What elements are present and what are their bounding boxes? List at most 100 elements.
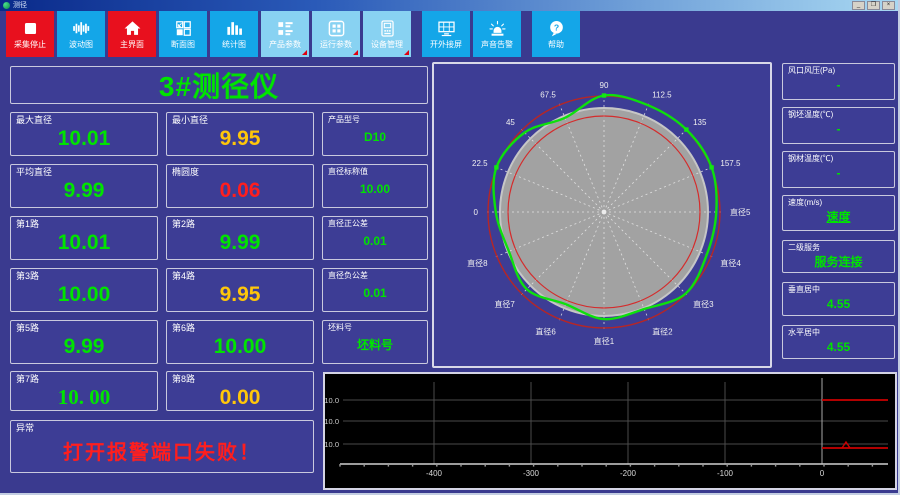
svg-text:?: ? (553, 22, 558, 32)
app-window: 测径 _ ❐ × 采集停止 波动图 主界面 断面图 统计图 产品参数 运行参数 设备管理 开外接… (0, 0, 900, 495)
cell-value: - (836, 122, 841, 136)
run-params-button[interactable]: 运行参数 (312, 11, 360, 57)
external-screen-button[interactable]: 开外接屏 (422, 11, 470, 57)
cell-label: 水平居中 (788, 328, 820, 337)
path-8-cell: 第8路 0.00 (166, 371, 314, 411)
svg-text:直径2: 直径2 (652, 326, 673, 336)
cell-value: 0.00 (219, 386, 261, 409)
help-icon: ? (549, 20, 563, 37)
cell-label: 直径标称值 (328, 167, 368, 176)
svg-text:直径1: 直径1 (594, 336, 615, 346)
cell-value: 9.95 (219, 127, 261, 150)
device-manage-button[interactable]: 设备管理 (363, 11, 411, 57)
path-5-cell: 第5路 9.99 (10, 320, 158, 364)
vertical-center-cell: 垂直居中 4.55 (782, 282, 895, 316)
svg-text:22.5: 22.5 (472, 159, 488, 168)
cell-label: 第2路 (172, 219, 196, 229)
svg-text:-300: -300 (523, 469, 540, 478)
cell-value: 10.01 (57, 231, 111, 254)
svg-text:157.5: 157.5 (720, 159, 741, 168)
cell-label: 产品型号 (328, 115, 360, 124)
path-3-cell: 第3路 10.00 (10, 268, 158, 312)
tolerance-minus-cell: 直径负公差 0.01 (322, 268, 428, 312)
toolbar-button-label: 开外接屏 (430, 40, 462, 49)
window-controls: _ ❐ × (852, 1, 895, 10)
cell-label: 第7路 (16, 374, 40, 384)
cell-value: - (836, 78, 841, 92)
cell-label: 钢坯温度(℃) (788, 110, 834, 119)
close-button[interactable]: × (882, 1, 895, 10)
section-chart-button[interactable]: 断面图 (159, 11, 207, 57)
toolbar-button-label: 统计图 (222, 40, 246, 49)
cell-value: 速度 (826, 210, 851, 224)
cell-label: 平均直径 (16, 167, 53, 177)
cell-value: 坯料号 (356, 338, 393, 352)
maximize-button[interactable]: ❐ (867, 1, 880, 10)
cell-value: 服务连接 (814, 255, 863, 269)
toolbar-button-label: 断面图 (171, 40, 195, 49)
help-button[interactable]: ? 帮助 (532, 11, 580, 57)
svg-text:直径8: 直径8 (467, 258, 488, 268)
cell-value: - (836, 166, 841, 180)
section-icon (175, 21, 191, 36)
cell-value: 打开报警端口失败！ (63, 442, 261, 464)
cell-label: 二级服务 (788, 243, 820, 252)
cell-label: 第6路 (172, 323, 196, 333)
gauge-title-panel: 3#测径仪 (10, 66, 428, 104)
cell-value: 9.95 (219, 283, 261, 306)
tolerance-plus-cell: 直径正公差 0.01 (322, 216, 428, 260)
toolbar-button-label: 产品参数 (269, 40, 301, 49)
billet-no-cell: 坯料号 坯料号 (322, 320, 428, 364)
toolbar-button-label: 设备管理 (371, 40, 403, 49)
toolbar-button-label: 帮助 (548, 40, 564, 49)
window-title: 测径 (13, 2, 27, 9)
air-pressure-cell: 风口风压(Pa) - (782, 63, 895, 100)
sound-alarm-button[interactable]: 声音告警 (473, 11, 521, 57)
stop-collect-button[interactable]: 采集停止 (6, 11, 54, 57)
toolbar: 采集停止 波动图 主界面 断面图 统计图 产品参数 运行参数 设备管理 开外接屏 声音告警? 帮助 (6, 11, 580, 57)
svg-text:10.0: 10.0 (325, 417, 339, 426)
svg-text:直径6: 直径6 (535, 326, 556, 336)
trend-chart: 10.0 10.0 10.0 -400 -300 -200 -100 0 (323, 372, 897, 490)
svg-text:-100: -100 (717, 469, 734, 478)
cross-section-chart: 0 22.5 45 67.5 90 112.5 135 157.5 直径1 直径2 直径3 直径4 直径… (432, 62, 772, 368)
cell-label: 第3路 (16, 271, 40, 281)
run-params-icon (328, 20, 344, 37)
horizontal-center-cell: 水平居中 4.55 (782, 325, 895, 359)
alarm-icon (488, 20, 506, 36)
svg-text:135: 135 (693, 118, 707, 127)
cell-value: 9.99 (63, 335, 105, 358)
cell-label: 坯料号 (328, 323, 352, 332)
svg-text:45: 45 (506, 118, 515, 127)
svg-text:0: 0 (474, 208, 479, 217)
path-1-cell: 第1路 10.01 (10, 216, 158, 260)
svg-text:-400: -400 (426, 469, 443, 478)
bar-chart-icon (226, 22, 242, 35)
l2-service-cell: 二级服务服务连接 (782, 240, 895, 273)
cell-label: 垂直居中 (788, 285, 820, 294)
stats-chart-button[interactable]: 统计图 (210, 11, 258, 57)
cell-label: 第8路 (172, 374, 196, 384)
product-params-icon (277, 22, 293, 36)
cell-value: 10.00 (57, 283, 111, 306)
cell-value: D10 (363, 130, 386, 144)
svg-text:直径5: 直径5 (730, 207, 751, 217)
main-screen-button[interactable]: 主界面 (108, 11, 156, 57)
toolbar-button-label: 声音告警 (481, 40, 513, 49)
billet-temp-cell: 钢坯温度(℃) - (782, 107, 895, 144)
toolbar-button-label: 波动图 (69, 40, 93, 49)
cell-label: 直径正公差 (328, 219, 368, 228)
cell-value: 10.00 (213, 335, 267, 358)
cell-label: 最小直径 (172, 115, 209, 125)
window-titlebar[interactable]: 测径 _ ❐ × (0, 0, 898, 11)
cell-label: 最大直径 (16, 115, 53, 125)
cell-value: 10.01 (57, 127, 111, 150)
product-params-button[interactable]: 产品参数 (261, 11, 309, 57)
toolbar-button-label: 主界面 (120, 40, 144, 49)
path-2-cell: 第2路 9.99 (166, 216, 314, 260)
svg-text:直径3: 直径3 (693, 299, 714, 309)
wave-chart-button[interactable]: 波动图 (57, 11, 105, 57)
svg-text:直径7: 直径7 (494, 299, 515, 309)
minimize-button[interactable]: _ (852, 1, 865, 10)
cell-value: 0.01 (363, 286, 387, 300)
